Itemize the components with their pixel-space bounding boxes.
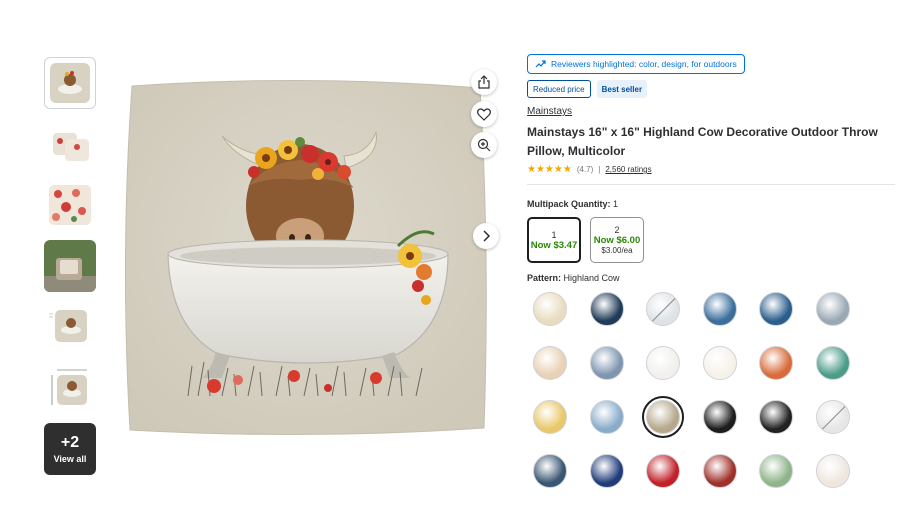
thumbnail-strip: +2 View all (44, 57, 98, 484)
next-image-button[interactable] (473, 223, 499, 249)
pattern-swatch[interactable] (642, 396, 684, 438)
zoom-button[interactable] (471, 132, 497, 158)
pattern-swatch[interactable] (646, 292, 680, 326)
multipack-unit-price: $3.00/ea (601, 246, 633, 255)
multipack-qty: 1 (551, 229, 557, 240)
pattern-swatch[interactable] (702, 454, 737, 488)
reviewers-highlight-chip[interactable]: Reviewers highlighted: color, design, fo… (527, 54, 745, 74)
pattern-swatch[interactable] (589, 454, 624, 488)
star-rating-icon: ★★★★★ (527, 164, 572, 175)
share-button[interactable] (471, 69, 497, 95)
view-all-thumbnail[interactable]: +2 View all (44, 423, 96, 475)
pattern-swatch[interactable] (533, 292, 567, 326)
cow-pillow-dims-thumb-icon (51, 369, 87, 405)
patio-chair-thumb-icon (44, 240, 96, 292)
chevron-right-icon (483, 230, 491, 242)
pattern-swatch[interactable] (533, 400, 567, 434)
reduced-price-badge: Reduced price (527, 80, 591, 98)
badge-row: Reduced price Best seller (527, 80, 899, 98)
pattern-swatch[interactable] (815, 400, 850, 434)
more-count: +2 (60, 434, 80, 451)
multipack-price: Now $3.47 (530, 239, 578, 251)
cow-pillow-sizes-thumb-icon (49, 310, 87, 342)
pattern-swatch[interactable] (815, 346, 850, 380)
pattern-swatch[interactable] (533, 454, 567, 488)
pattern-swatch[interactable] (815, 292, 850, 326)
pattern-selected-value: Highland Cow (563, 273, 620, 283)
pattern-swatch[interactable] (646, 346, 680, 380)
rating-value: (4.7) (576, 165, 594, 174)
rating-separator: | (598, 165, 601, 174)
thumbnail-1[interactable] (44, 57, 96, 109)
thumbnail-5[interactable] (44, 301, 96, 353)
pattern-swatch[interactable] (646, 454, 680, 488)
multipack-label: Multipack Quantity: 1 (527, 199, 899, 209)
multipack-qty: 2 (614, 225, 620, 235)
pattern-swatch[interactable] (815, 454, 850, 488)
thumbnail-3[interactable] (44, 179, 96, 231)
pattern-swatch[interactable] (702, 292, 737, 326)
pattern-swatch[interactable] (589, 346, 624, 380)
brand-link[interactable]: Mainstays (527, 106, 899, 117)
best-seller-badge: Best seller (596, 80, 648, 98)
heart-icon (477, 107, 491, 121)
zoom-icon (477, 138, 491, 152)
multipack-option-1[interactable]: 1 Now $3.47 (527, 217, 581, 263)
thumbnail-6[interactable] (44, 362, 96, 414)
rating-row: ★★★★★ (4.7) | 2,560 ratings (527, 164, 899, 175)
multipack-label-text: Multipack Quantity: (527, 199, 611, 209)
multipack-option-2[interactable]: 2 Now $6.00 $3.00/ea (590, 217, 644, 263)
pattern-label: Pattern: Highland Cow (527, 273, 899, 283)
pattern-swatch[interactable] (759, 292, 793, 326)
thumbnail-2[interactable] (44, 118, 96, 170)
product-title: Mainstays 16" x 16" Highland Cow Decorat… (527, 125, 878, 158)
pattern-swatch[interactable] (702, 400, 737, 434)
main-product-image[interactable] (118, 76, 494, 438)
product-info-panel: Reviewers highlighted: color, design, fo… (527, 54, 899, 488)
multipack-selected-value: 1 (613, 199, 619, 209)
cow-pillow-thumb-icon (50, 63, 90, 103)
multipack-price: Now $6.00 (593, 235, 641, 246)
pattern-swatch[interactable] (759, 346, 793, 380)
pattern-swatch-grid (533, 292, 899, 488)
floral-pillow-thumb-icon (49, 185, 91, 225)
pillow-pair-thumb-icon (53, 133, 89, 161)
pattern-swatch[interactable] (589, 400, 624, 434)
ratings-count-link[interactable]: 2,560 ratings (605, 165, 651, 174)
trend-icon (535, 60, 546, 68)
favorite-button[interactable] (471, 101, 497, 127)
pattern-swatch[interactable] (533, 346, 567, 380)
pattern-swatch[interactable] (759, 454, 793, 488)
share-icon (478, 75, 490, 89)
view-all-label: View all (53, 454, 87, 464)
pattern-swatch[interactable] (589, 292, 624, 326)
thumbnail-4[interactable] (44, 240, 96, 292)
multipack-options: 1 Now $3.47 2 Now $6.00 $3.00/ea (527, 217, 899, 263)
pattern-label-text: Pattern: (527, 273, 562, 283)
pattern-swatch[interactable] (759, 400, 793, 434)
pattern-swatch[interactable] (702, 346, 737, 380)
divider (527, 184, 895, 185)
highlight-text: Reviewers highlighted: color, design, fo… (551, 59, 737, 69)
